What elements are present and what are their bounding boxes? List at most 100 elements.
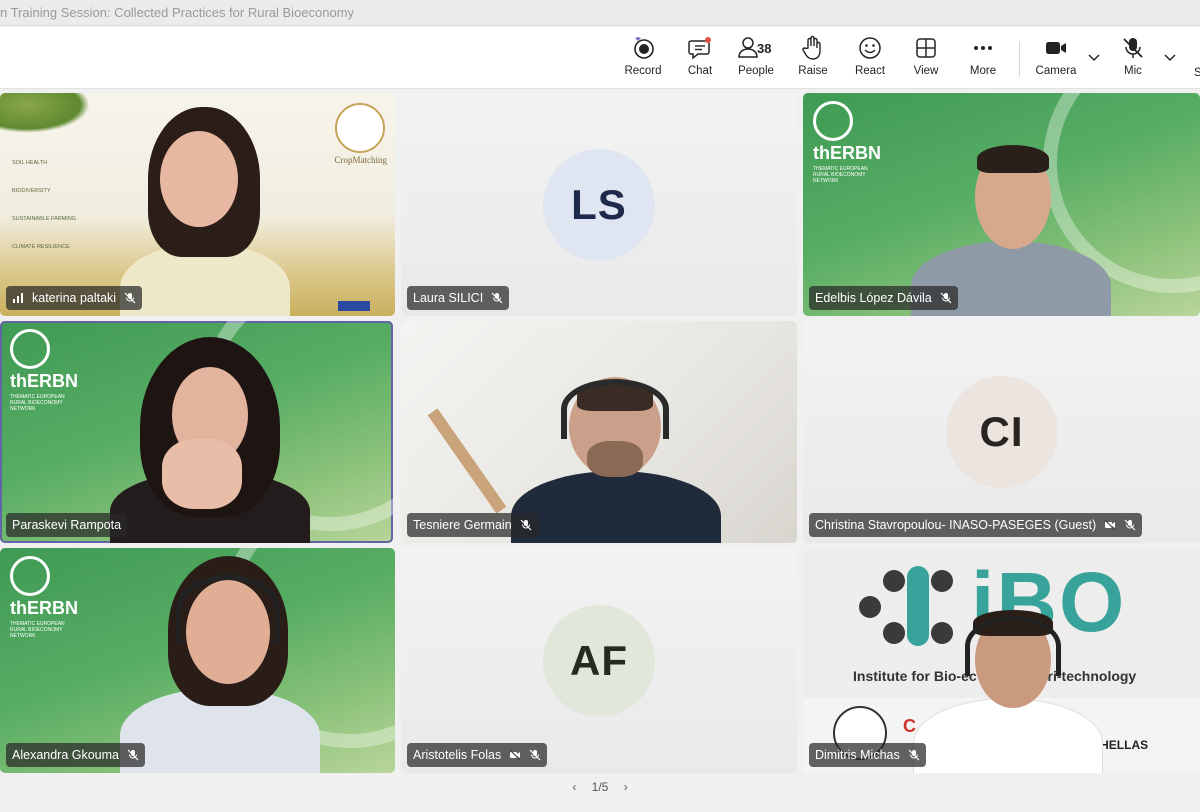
participant-name: katerina paltaki [32,291,117,305]
participant-name: Tesniere Germain [413,518,512,532]
record-label: Record [624,65,662,77]
participant-name: Dimitris Michas [815,748,900,762]
mic-off-icon [1103,35,1163,63]
chat-icon [670,35,730,63]
nameplate-christina-stavropoulou: Christina Stavropoulou- INASO-PASEGES (G… [809,513,1143,537]
therbn-logo: thERBN THEMATIC EUROPEAN RURAL BIOECONOM… [813,101,883,184]
muted-mic-icon [529,749,541,761]
video-tile-aristotelis-folas[interactable]: AF Aristotelis Folas [401,548,797,773]
avatar-initials: AF [543,604,655,717]
chat-button[interactable]: Chat [670,35,730,83]
more-dots-icon [953,35,1013,63]
nameplate-paraskevi-rampota: Paraskevi Rampota [6,513,128,537]
camera-off-icon [1104,519,1116,531]
item-climate-resilience: CLIMATE RESILIENCE [12,244,70,250]
page-indicator: 1/5 [591,780,609,794]
therbn-logo: thERBN THEMATIC EUROPEAN RURAL BIOECONOM… [10,329,80,412]
muted-mic-icon [1124,519,1136,531]
video-tile-christina-stavropoulou[interactable]: CI Christina Stavropoulou- INASO-PASEGES… [803,321,1200,543]
item-soil-health: SOIL HEALTH [12,160,48,166]
camera-button[interactable]: Camera [1026,35,1086,83]
nameplate-laura-silici: Laura SILICI [407,286,510,310]
more-label: More [969,65,997,77]
participant-name: Edelbis López Dávila [815,291,932,305]
gallery-pager: ‹ 1/5 › [560,780,640,800]
avatar-initials: CI [945,376,1058,488]
cropmatching-logo-icon [335,103,385,153]
video-tile-alexandra-gkouma[interactable]: thERBN THEMATIC EUROPEAN RURAL BIOECONOM… [0,548,395,773]
smiley-icon [840,35,900,63]
avatar-initials: LS [543,148,655,261]
camera-label: Camera [1035,65,1077,77]
mic-button[interactable]: Mic [1103,35,1163,83]
muted-mic-icon [124,292,136,304]
muted-mic-icon [520,519,532,531]
therbn-brand: thERBN [813,143,881,163]
therbn-brand: thERBN [10,598,78,618]
window-titlebar: n Training Session: Collected Practices … [0,0,1200,26]
view-button[interactable]: View [896,35,956,83]
toolbar-divider [1019,41,1020,77]
people-count: 38 [757,41,772,56]
people-button[interactable]: 38 People [726,35,786,83]
leaves-decoration [0,93,90,133]
participant-name: Alexandra Gkouma [12,748,120,762]
therbn-logo-icon [10,556,50,596]
mic-label: Mic [1124,65,1142,77]
item-biodiversity: BIODIVERSITY [12,188,51,194]
nameplate-katerina-paltaki: katerina paltaki [6,286,143,310]
video-tile-dimitris-michas[interactable]: iBO Institute for Bio-ec gri-technology … [803,548,1200,773]
hand-icon [783,35,843,63]
item-sustainable-farming: SUSTAINABLE FARMING [12,216,77,222]
previous-page-icon[interactable]: ‹ [572,780,576,794]
raise-hand-button[interactable]: Raise [783,35,843,83]
eu-flag-icon [338,301,370,311]
people-label: People [738,65,774,77]
mic-options-chevron-icon[interactable] [1162,49,1178,65]
next-page-icon[interactable]: › [624,780,628,794]
react-button[interactable]: React [840,35,900,83]
video-tile-tesniere-germain[interactable]: Tesniere Germain [401,321,797,543]
therbn-tagline: THEMATIC EUROPEAN RURAL BIOECONOMY NETWO… [813,166,868,184]
camera-icon [1026,35,1086,63]
therbn-logo: thERBN THEMATIC EUROPEAN RURAL BIOECONOM… [10,556,80,639]
participant-name: Laura SILICI [413,291,484,305]
therbn-tagline: THEMATIC EUROPEAN RURAL BIOECONOMY NETWO… [10,394,65,412]
background-object [427,408,507,514]
participant-name: Aristotelis Folas [413,748,502,762]
record-button[interactable]: Record [613,35,673,83]
raise-label: Raise [798,65,828,77]
nameplate-alexandra-gkouma: Alexandra Gkouma [6,743,146,767]
video-tile-katerina-paltaki[interactable]: CropMatching SOIL HEALTH BIODIVERSITY SU… [0,93,395,316]
nameplate-edelbis-lopez-davila: Edelbis López Dávila [809,286,958,310]
more-button[interactable]: More [953,35,1013,83]
react-label: React [854,65,886,77]
camera-off-icon [509,749,521,761]
chat-label: Chat [687,65,713,77]
video-grid: CropMatching SOIL HEALTH BIODIVERSITY SU… [0,93,1200,773]
meeting-toolbar: Record Chat 38 People Raise React View M… [0,27,1200,89]
video-tile-paraskevi-rampota[interactable]: thERBN THEMATIC EUROPEAN RURAL BIOECONOM… [0,321,393,543]
signal-bars-icon [13,293,23,303]
participant-name: Christina Stavropoulou- INASO-PASEGES (G… [815,518,1097,532]
nameplate-tesniere-germain: Tesniere Germain [407,513,538,537]
muted-mic-icon [491,292,503,304]
ibo-subtitle: Institute for Bio-ec [853,668,977,684]
ibo-molecule-icon [859,566,953,652]
therbn-brand: thERBN [10,371,78,391]
muted-mic-icon [127,749,139,761]
people-icon [726,35,786,63]
video-tile-edelbis-lopez-davila[interactable]: thERBN THEMATIC EUROPEAN RURAL BIOECONOM… [803,93,1200,316]
participant-name: Paraskevi Rampota [12,518,122,532]
share-button-partial[interactable]: S [1194,67,1200,79]
therbn-logo-icon [10,329,50,369]
therbn-tagline: THEMATIC EUROPEAN RURAL BIOECONOMY NETWO… [10,621,65,639]
camera-options-chevron-icon[interactable] [1086,49,1102,65]
muted-mic-icon [940,292,952,304]
nameplate-dimitris-michas: Dimitris Michas [809,743,926,767]
video-tile-laura-silici[interactable]: LS Laura SILICI [401,93,797,316]
record-icon [613,35,673,63]
muted-mic-icon [908,749,920,761]
therbn-logo-icon [813,101,853,141]
cropmatching-brand: CropMatching [334,155,388,165]
